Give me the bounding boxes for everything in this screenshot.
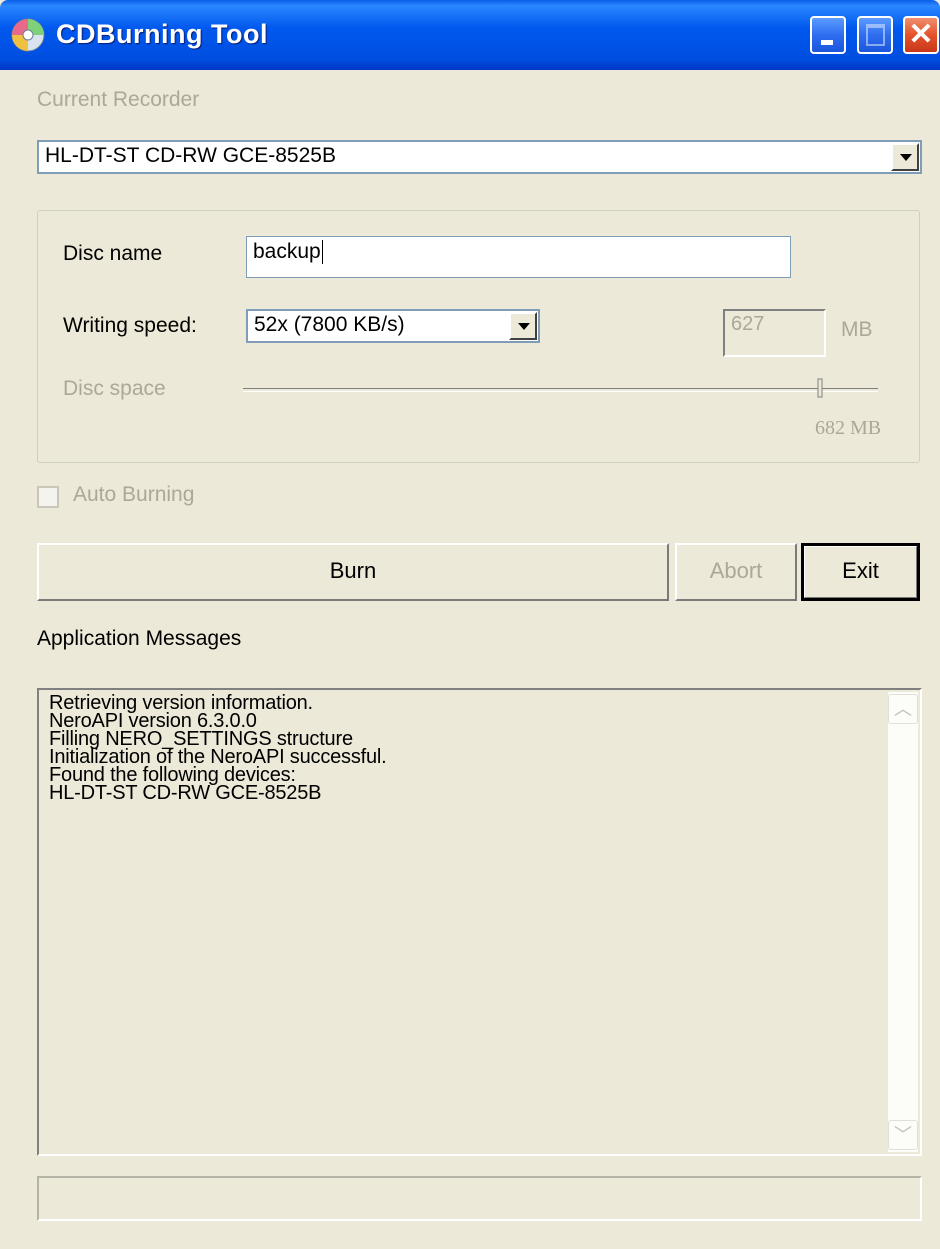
disc-name-input[interactable]: backup	[246, 236, 791, 278]
title-bar[interactable]: CDBurning Tool ✕	[0, 0, 940, 70]
current-recorder-label: Current Recorder	[37, 88, 200, 111]
abort-button: Abort	[675, 543, 797, 601]
scroll-up-button[interactable]: ︿	[888, 694, 918, 724]
chevron-down-icon	[900, 154, 912, 161]
exit-button-label: Exit	[842, 558, 879, 583]
writing-speed-value: 52x (7800 KB/s)	[254, 313, 405, 336]
writing-speed-select[interactable]: 52x (7800 KB/s)	[246, 309, 540, 343]
exit-button[interactable]: Exit	[801, 543, 920, 601]
messages-textarea[interactable]: Retrieving version information. NeroAPI …	[37, 688, 922, 1156]
disc-space-value: 682 MB	[815, 417, 882, 439]
chevron-down-icon: ﹀	[894, 1125, 912, 1145]
message-line: HL-DT-ST CD-RW GCE-8525B	[49, 782, 322, 804]
app-window: CDBurning Tool ✕ Current Recorder HL-DT-…	[0, 0, 940, 1249]
close-icon: ✕	[908, 18, 934, 51]
recorder-select[interactable]: HL-DT-ST CD-RW GCE-8525B	[37, 140, 922, 174]
disc-name-value: backup	[253, 240, 323, 265]
window-title: CDBurning Tool	[56, 19, 268, 49]
messages-list: Retrieving version information. NeroAPI …	[49, 693, 387, 804]
size-field: 627	[723, 309, 826, 357]
disc-space-slider-track	[243, 388, 878, 392]
cd-disc-icon	[11, 18, 45, 52]
messages-scrollbar[interactable]: ︿ ﹀	[888, 692, 918, 1152]
burn-button[interactable]: Burn	[37, 543, 669, 601]
recorder-dropdown-button[interactable]	[891, 143, 919, 171]
scroll-down-button[interactable]: ﹀	[888, 1120, 918, 1150]
close-button[interactable]: ✕	[903, 16, 939, 54]
application-messages-label: Application Messages	[37, 627, 242, 650]
maximize-icon	[866, 24, 885, 46]
recorder-select-value: HL-DT-ST CD-RW GCE-8525B	[45, 144, 336, 167]
chevron-up-icon: ︿	[894, 699, 912, 719]
size-unit: MB	[841, 318, 873, 341]
minimize-button[interactable]	[810, 16, 846, 54]
disc-space-slider-thumb	[817, 378, 823, 398]
abort-button-label: Abort	[709, 558, 763, 583]
disc-name-label: Disc name	[63, 242, 163, 265]
status-bar	[37, 1176, 922, 1221]
writing-speed-label: Writing speed:	[63, 314, 197, 337]
disc-space-label: Disc space	[63, 377, 166, 400]
minimize-icon	[821, 40, 833, 45]
size-value: 627	[731, 313, 765, 335]
maximize-button	[857, 16, 893, 54]
writing-speed-dropdown-button[interactable]	[509, 312, 537, 340]
auto-burning-checkbox	[37, 486, 59, 508]
text-caret	[321, 240, 323, 265]
auto-burning-label: Auto Burning	[73, 483, 195, 506]
burn-button-label: Burn	[329, 558, 377, 583]
chevron-down-icon	[518, 323, 530, 330]
